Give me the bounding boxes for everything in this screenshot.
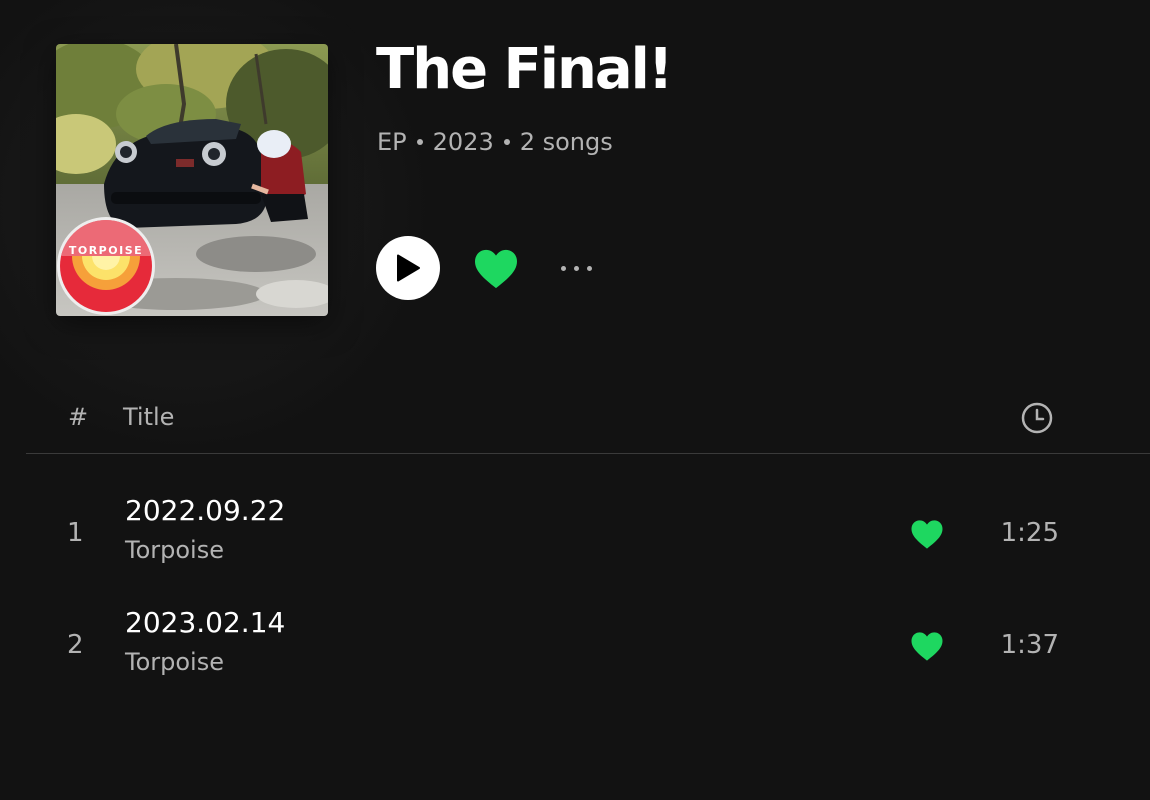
play-icon bbox=[397, 254, 420, 282]
album-cover-art: TORPOISE bbox=[56, 44, 328, 316]
track-like-button[interactable] bbox=[906, 628, 948, 664]
more-options-icon bbox=[586, 265, 592, 271]
more-options-button[interactable] bbox=[550, 252, 602, 284]
track-number: 2 bbox=[67, 630, 84, 660]
album-cover: TORPOISE bbox=[56, 44, 328, 316]
album-type: EP bbox=[377, 128, 407, 156]
album-meta: EP 2023 2 songs bbox=[377, 128, 613, 156]
album-year: 2023 bbox=[432, 128, 494, 156]
track-title[interactable]: 2022.09.22 bbox=[125, 494, 285, 527]
like-album-button[interactable] bbox=[470, 243, 522, 295]
track-number: 1 bbox=[67, 518, 84, 548]
meta-separator-dot bbox=[416, 139, 423, 145]
track-list-header: # Title bbox=[26, 396, 1150, 454]
clock-icon bbox=[1021, 402, 1053, 434]
heart-icon bbox=[475, 249, 517, 289]
track-artist[interactable]: Torpoise bbox=[125, 536, 224, 564]
track-duration: 1:25 bbox=[1000, 518, 1059, 548]
album-song-count: 2 songs bbox=[519, 128, 613, 156]
track-title[interactable]: 2023.02.14 bbox=[125, 606, 285, 639]
album-page: TORPOISE The Final! EP 2023 2 songs # Ti… bbox=[0, 0, 1150, 800]
more-options-icon bbox=[573, 265, 579, 271]
column-title-header: Title bbox=[123, 403, 175, 431]
track-row[interactable]: 1 2022.09.22 Torpoise 1:25 bbox=[26, 488, 1150, 588]
album-title: The Final! bbox=[376, 37, 673, 102]
heart-icon bbox=[911, 519, 943, 549]
track-duration: 1:37 bbox=[1000, 630, 1059, 660]
track-artist[interactable]: Torpoise bbox=[125, 648, 224, 676]
play-button[interactable] bbox=[376, 236, 440, 300]
track-row[interactable]: 2 2023.02.14 Torpoise 1:37 bbox=[26, 600, 1150, 700]
track-like-button[interactable] bbox=[906, 516, 948, 552]
meta-separator-dot bbox=[503, 139, 510, 145]
heart-icon bbox=[911, 631, 943, 661]
more-options-icon bbox=[560, 265, 566, 271]
cover-logo-text: TORPOISE bbox=[69, 244, 143, 257]
column-number-header: # bbox=[68, 403, 89, 431]
